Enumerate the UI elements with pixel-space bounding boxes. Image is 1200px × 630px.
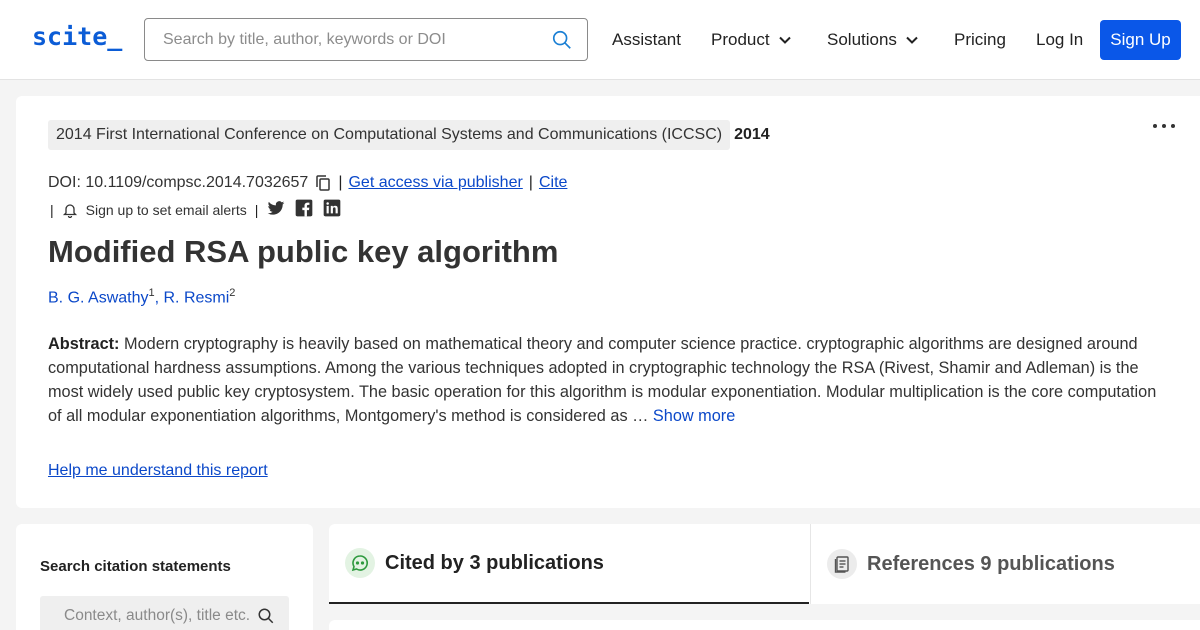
tab-cited-by-label: Cited by 3 publications	[385, 551, 604, 574]
login-label: Log In	[1036, 30, 1084, 49]
twitter-icon[interactable]	[266, 198, 286, 218]
doi-row: DOI: 10.1109/compsc.2014.7032657 | Get a…	[48, 174, 567, 192]
separator: |	[528, 174, 533, 191]
search-icon[interactable]	[551, 29, 573, 51]
citation-search-title: Search citation statements	[40, 558, 231, 575]
abstract-text: Modern cryptography is heavily based on …	[48, 335, 1157, 425]
nav-solutions-label: Solutions	[827, 30, 897, 49]
author-link[interactable]: B. G. Aswathy	[48, 289, 148, 306]
scite-logo[interactable]: scite_	[32, 22, 122, 51]
citation-search-box[interactable]	[40, 596, 289, 630]
document-icon	[827, 549, 857, 579]
linkedin-share[interactable]	[322, 198, 342, 221]
publication-year: 2014	[734, 126, 770, 143]
more-options-icon[interactable]	[1153, 124, 1175, 128]
citations-list-panel	[329, 620, 1200, 630]
citation-search-input[interactable]	[40, 596, 255, 630]
signup-button[interactable]: Sign Up	[1100, 20, 1181, 60]
tab-references[interactable]: References 9 publications	[810, 524, 1200, 604]
authors-list: B. G. Aswathy1, R. Resmi2	[48, 287, 235, 307]
separator: |	[50, 201, 54, 218]
nav-product-dropdown[interactable]: Product	[711, 30, 792, 50]
cite-link[interactable]: Cite	[539, 174, 567, 192]
search-box[interactable]	[144, 18, 588, 61]
tab-references-label: References 9 publications	[867, 552, 1115, 575]
author-affiliation-number: 2	[229, 287, 236, 299]
login-link[interactable]: Log In	[1036, 30, 1083, 50]
copy-icon[interactable]	[314, 174, 332, 192]
search-input[interactable]	[145, 19, 535, 60]
tab-cited-by[interactable]: Cited by 3 publications	[329, 524, 809, 604]
author-separator: ,	[154, 289, 164, 307]
chevron-down-icon	[778, 36, 791, 44]
email-alerts-link[interactable]: Sign up to set email alerts	[86, 202, 247, 218]
nav-solutions-dropdown[interactable]: Solutions	[827, 30, 919, 50]
alert-share-row: | Sign up to set email alerts |	[50, 198, 342, 221]
abstract-label: Abstract:	[48, 335, 120, 353]
nav-pricing[interactable]: Pricing	[954, 30, 1006, 50]
venue-row: 2014 First International Conference on C…	[48, 120, 770, 150]
chevron-down-icon	[906, 36, 918, 44]
show-more-link[interactable]: Show more	[653, 407, 735, 425]
search-icon[interactable]	[257, 607, 275, 625]
help-understand-link[interactable]: Help me understand this report	[48, 462, 268, 480]
venue-badge[interactable]: 2014 First International Conference on C…	[48, 120, 731, 150]
separator: |	[338, 174, 343, 191]
doi-text: DOI: 10.1109/compsc.2014.7032657	[48, 174, 309, 191]
twitter-share[interactable]	[266, 198, 286, 221]
facebook-icon[interactable]	[294, 198, 314, 218]
facebook-share[interactable]	[294, 198, 314, 221]
bell-icon[interactable]	[62, 202, 78, 218]
paper-title: Modified RSA public key algorithm	[48, 234, 559, 269]
nav-product-label: Product	[711, 30, 770, 49]
get-access-link[interactable]: Get access via publisher	[348, 174, 522, 192]
nav-assistant-label: Assistant	[612, 30, 681, 49]
linkedin-icon[interactable]	[322, 198, 342, 218]
abstract: Abstract: Modern cryptography is heavily…	[48, 332, 1168, 428]
author-link[interactable]: R. Resmi	[164, 289, 230, 306]
nav-assistant[interactable]: Assistant	[612, 30, 681, 50]
separator: |	[254, 201, 259, 218]
chat-bubble-icon	[345, 548, 375, 578]
nav-pricing-label: Pricing	[954, 30, 1006, 49]
